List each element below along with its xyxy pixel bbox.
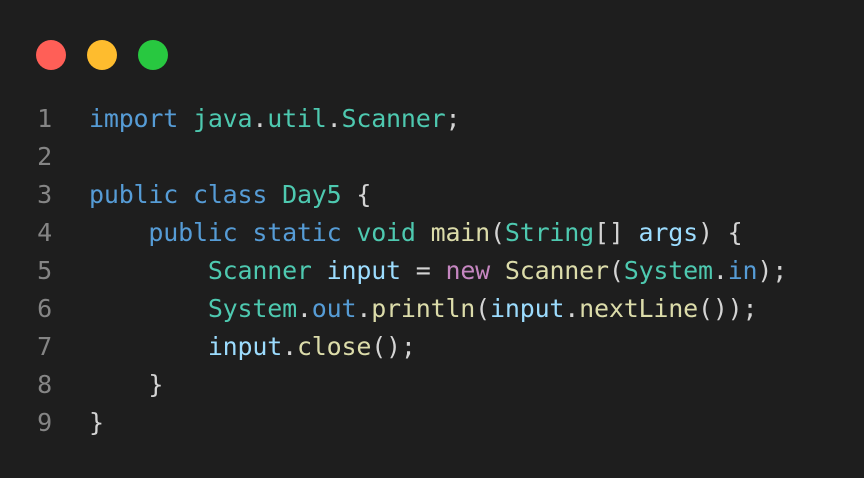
code-token-keyword: public xyxy=(89,180,179,209)
code-token-variable: input xyxy=(490,294,565,323)
window-controls xyxy=(36,40,168,70)
line-number: 5 xyxy=(37,256,52,285)
code-token-punctuation xyxy=(89,256,208,285)
code-token-punctuation xyxy=(267,180,282,209)
line-number: 3 xyxy=(37,180,52,209)
code-token-punctuation xyxy=(89,218,148,247)
line-content: } xyxy=(89,366,163,404)
code-token-punctuation xyxy=(178,104,193,133)
code-line: 6 System.out.println(input.nextLine()); xyxy=(0,290,787,328)
close-button[interactable] xyxy=(36,40,66,70)
code-token-punctuation: ( xyxy=(475,294,491,323)
line-number: 1 xyxy=(37,104,52,133)
code-token-keyword: class xyxy=(192,180,268,209)
code-token-keyword: import xyxy=(89,104,179,133)
code-token-punctuation: . xyxy=(296,294,312,323)
line-number: 8 xyxy=(37,370,52,399)
code-token-type: void xyxy=(356,218,416,247)
minimize-button[interactable] xyxy=(87,40,117,70)
line-content: System.out.println(input.nextLine()); xyxy=(89,290,758,328)
code-line: 5 Scanner input = new Scanner(System.in)… xyxy=(0,252,787,290)
code-line: 3 public class Day5 { xyxy=(0,176,787,214)
code-token-punctuation xyxy=(238,218,253,247)
code-token-punctuation: . xyxy=(326,104,342,133)
line-content: Scanner input = new Scanner(System.in); xyxy=(89,252,787,290)
code-token-punctuation xyxy=(89,294,208,323)
code-token-punctuation: ); xyxy=(757,256,788,285)
code-token-punctuation: [] xyxy=(593,218,639,247)
code-token-punctuation: } xyxy=(89,370,164,399)
code-window: 1 import java.util.Scanner; 2 3 public class… xyxy=(0,0,864,478)
code-token-type: util xyxy=(267,104,327,133)
code-token-type: java xyxy=(192,104,253,133)
code-line: 2 xyxy=(0,138,787,176)
code-line: 8 } xyxy=(0,366,787,404)
code-token-function: main xyxy=(430,218,491,247)
code-token-punctuation: { xyxy=(341,180,372,209)
line-content: } xyxy=(89,404,104,442)
code-token-punctuation: ) { xyxy=(697,218,743,247)
code-token-punctuation: . xyxy=(356,294,372,323)
code-token-punctuation: . xyxy=(252,104,268,133)
line-number: 9 xyxy=(37,408,52,437)
code-token-punctuation: } xyxy=(89,408,104,437)
code-block[interactable]: 1 import java.util.Scanner; 2 3 public class… xyxy=(0,100,787,442)
code-token-variable: input xyxy=(326,256,401,285)
code-token-punctuation: . xyxy=(282,332,297,361)
maximize-button[interactable] xyxy=(138,40,168,70)
code-line: 9} xyxy=(0,404,787,442)
line-number: 4 xyxy=(37,218,52,247)
code-token-keyword: in xyxy=(727,256,758,285)
code-line: 7 input.close(); xyxy=(0,328,787,366)
code-token-function: Scanner xyxy=(504,256,609,285)
code-token-type: System xyxy=(623,256,713,285)
code-token-punctuation: = xyxy=(400,256,446,285)
line-number: 6 xyxy=(37,294,52,323)
code-token-function: println xyxy=(371,294,476,323)
code-token-punctuation: . xyxy=(564,294,580,323)
code-token-punctuation xyxy=(416,218,431,247)
code-token-function: close xyxy=(296,332,372,361)
code-token-type: System xyxy=(207,294,297,323)
line-number: 2 xyxy=(37,142,52,171)
line-content: input.close(); xyxy=(89,328,416,366)
code-line: 4 public static void main(String[] args)… xyxy=(0,214,787,252)
code-token-control: new xyxy=(445,256,491,285)
code-token-type: Scanner xyxy=(207,256,312,285)
code-token-punctuation: ( xyxy=(608,256,624,285)
code-token-variable: input xyxy=(207,332,283,361)
code-token-punctuation: (); xyxy=(371,332,416,361)
code-token-type: String xyxy=(504,218,594,247)
code-token-punctuation: ; xyxy=(445,104,461,133)
code-token-punctuation: ()); xyxy=(697,294,758,323)
code-token-punctuation xyxy=(312,256,327,285)
line-number: 7 xyxy=(37,332,52,361)
code-token-variable: args xyxy=(638,218,699,247)
code-token-punctuation: ( xyxy=(490,218,505,247)
code-token-keyword: public xyxy=(148,218,238,247)
code-token-keyword: static xyxy=(252,218,342,247)
code-token-type: Scanner xyxy=(341,104,446,133)
code-token-keyword: out xyxy=(311,294,357,323)
code-token-punctuation xyxy=(341,218,356,247)
code-token-punctuation: . xyxy=(712,256,728,285)
line-content: import java.util.Scanner; xyxy=(89,100,461,138)
line-content: public class Day5 { xyxy=(89,176,371,214)
line-content: public static void main(String[] args) { xyxy=(89,214,743,252)
code-token-punctuation xyxy=(89,332,208,361)
code-token-punctuation xyxy=(178,180,193,209)
code-token-type: Day5 xyxy=(282,180,342,209)
code-line: 1 import java.util.Scanner; xyxy=(0,100,787,138)
code-token-function: nextLine xyxy=(579,294,698,323)
code-token-punctuation xyxy=(490,256,505,285)
